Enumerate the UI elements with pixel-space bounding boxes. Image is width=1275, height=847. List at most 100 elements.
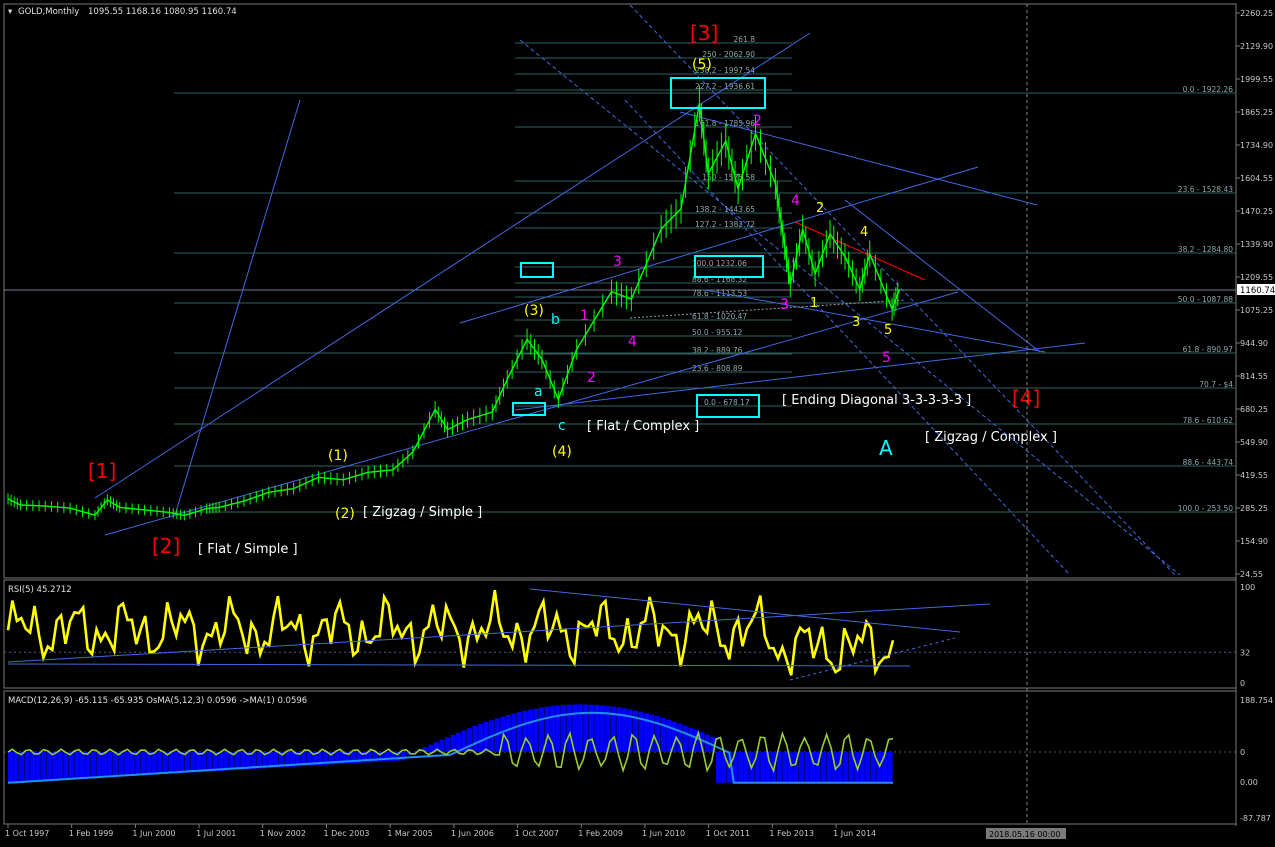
- wave-label: 3: [852, 315, 860, 330]
- wave-label: b: [551, 312, 560, 328]
- fib-retracement-label: 61.8 - 890.97: [1183, 345, 1234, 354]
- fib-retracement-label: 23.6 - 1528.43: [1178, 185, 1233, 194]
- macd-histogram-bar: [777, 752, 782, 783]
- wave-label: 3: [613, 254, 622, 270]
- macd-histogram-bar: [683, 726, 688, 752]
- macd-histogram-bar: [157, 752, 162, 774]
- highlight-box: [513, 403, 545, 415]
- fib-extension-label: 227.2 - 1936.61: [695, 82, 755, 91]
- macd-histogram-bar: [738, 752, 743, 783]
- macd-histogram-bar: [865, 752, 870, 783]
- macd-histogram-bar: [467, 728, 472, 752]
- macd-histogram-bar: [782, 752, 787, 783]
- price-axis-label: 285.25: [1240, 504, 1268, 513]
- date-axis-label: 1 Nov 2002: [260, 829, 306, 838]
- rsi-title: RSI(5) 45.2712: [8, 585, 72, 595]
- pattern-annotation: [ Flat / Complex ]: [587, 419, 699, 434]
- macd-axis-label: -87.787: [1240, 814, 1271, 823]
- date-axis-label: 1 Feb 1999: [69, 829, 114, 838]
- pattern-annotation: [ Flat / Simple ]: [198, 542, 298, 557]
- macd-histogram-bar: [511, 714, 516, 752]
- rsi-line: [8, 590, 893, 675]
- macd-axis-label: 188.754: [1240, 696, 1273, 705]
- macd-histogram-bar: [666, 720, 671, 752]
- macd-histogram-bar: [843, 752, 848, 783]
- macd-histogram-bar: [821, 752, 826, 783]
- macd-histogram-bar: [152, 752, 157, 775]
- wave-label: [3]: [690, 21, 718, 45]
- wave-label: 5: [884, 323, 892, 338]
- date-axis-label: 1 Feb 2009: [578, 829, 623, 838]
- wave-label: 2: [753, 113, 762, 129]
- macd-histogram-bar: [30, 752, 35, 782]
- macd-histogram-bar: [130, 752, 135, 776]
- date-axis-label: 1 Mar 2005: [387, 829, 433, 838]
- macd-histogram-bar: [14, 752, 19, 782]
- macd-histogram-bar: [533, 709, 538, 752]
- fib-extension-label: 50.0 - 955.12: [692, 328, 743, 337]
- chart-canvas[interactable]: 261.8250 - 2062.90238.2 - 1997.54227.2 -…: [0, 0, 1275, 843]
- price-axis-label: 1865.25: [1240, 108, 1273, 117]
- wave-label: 4: [860, 225, 868, 240]
- wave-label: 4: [628, 334, 637, 350]
- price-axis-label: 814.55: [1240, 372, 1268, 381]
- macd-histogram-bar: [401, 752, 406, 760]
- wave-label: 5: [882, 350, 891, 366]
- macd-series: 188.75400.00-87.787: [4, 696, 1273, 823]
- date-axis-label: 1 Oct 2007: [515, 829, 559, 838]
- fib-retracement-label: 0.0 - 1922.26: [1183, 85, 1234, 94]
- trend-line: [705, 290, 1045, 352]
- macd-histogram-bar: [168, 752, 173, 774]
- wave-label: c: [558, 418, 566, 434]
- chart-symbol: GOLD,Monthly: [18, 7, 79, 17]
- highlight-box: [521, 263, 553, 277]
- price-axis-label: 2129.90: [1240, 42, 1273, 51]
- date-axis-label: 1 Jun 2010: [642, 829, 685, 838]
- macd-histogram-bar: [146, 752, 151, 775]
- window-title-arrow[interactable]: ▾: [8, 7, 13, 17]
- macd-histogram-bar: [224, 752, 229, 771]
- date-axis-label: 1 Jun 2014: [833, 829, 876, 838]
- macd-histogram-bar: [141, 752, 146, 775]
- macd-histogram-bar: [174, 752, 179, 773]
- fib-extension-label: 261.8: [734, 35, 756, 44]
- price-axis-label: 549.90: [1240, 438, 1268, 447]
- date-axis-label: 1 Jun 2000: [132, 829, 175, 838]
- macd-histogram-bar: [85, 752, 90, 778]
- price-axis-label: 419.55: [1240, 471, 1268, 480]
- wave-label: [2]: [152, 534, 180, 558]
- pattern-annotation: [ Ending Diagonal 3-3-3-3-3 ]: [782, 393, 971, 408]
- chart-window[interactable]: 261.8250 - 2062.90238.2 - 1997.54227.2 -…: [0, 0, 1275, 843]
- wave-label: 2: [587, 370, 596, 386]
- date-axis-label: 1 Jul 2001: [196, 829, 236, 838]
- macd-histogram-bar: [202, 752, 207, 772]
- macd-histogram-bar: [517, 712, 522, 752]
- date-axis-label: 1 Jun 2006: [451, 829, 494, 838]
- macd-histogram-bar: [661, 718, 666, 752]
- macd-histogram-bar: [805, 752, 810, 783]
- macd-histogram-bar: [207, 752, 212, 771]
- wave-label: 2: [816, 201, 824, 216]
- rsi-axis-label: 32: [1240, 648, 1250, 657]
- macd-histogram-bar: [179, 752, 184, 773]
- macd-histogram-bar: [36, 752, 41, 781]
- rsi-frame: [4, 580, 1236, 688]
- wave-label: (3): [524, 303, 544, 319]
- fib-retracement-label: 38.2 - 1284.80: [1178, 245, 1233, 254]
- macd-histogram-bar: [97, 752, 102, 778]
- macd-histogram-bar: [102, 752, 107, 777]
- macd-histogram-bar: [384, 752, 389, 761]
- macd-histogram-bar: [74, 752, 79, 779]
- macd-histogram-bar: [556, 705, 561, 752]
- price-axis-label: 154.90: [1240, 537, 1268, 546]
- price-axis-label: 2260.25: [1240, 9, 1273, 18]
- macd-histogram-bar: [567, 705, 572, 752]
- macd-histogram-bar: [135, 752, 140, 776]
- chart-ohlc: 1095.55 1168.16 1080.95 1160.74: [88, 7, 237, 17]
- macd-histogram-bar: [47, 752, 52, 781]
- rsi-axis-label: 0: [1240, 679, 1245, 688]
- macd-histogram-bar: [539, 708, 544, 752]
- macd-histogram-bar: [445, 737, 450, 752]
- macd-histogram-bar: [716, 752, 721, 783]
- date-axis-label: 1 Dec 2003: [324, 829, 370, 838]
